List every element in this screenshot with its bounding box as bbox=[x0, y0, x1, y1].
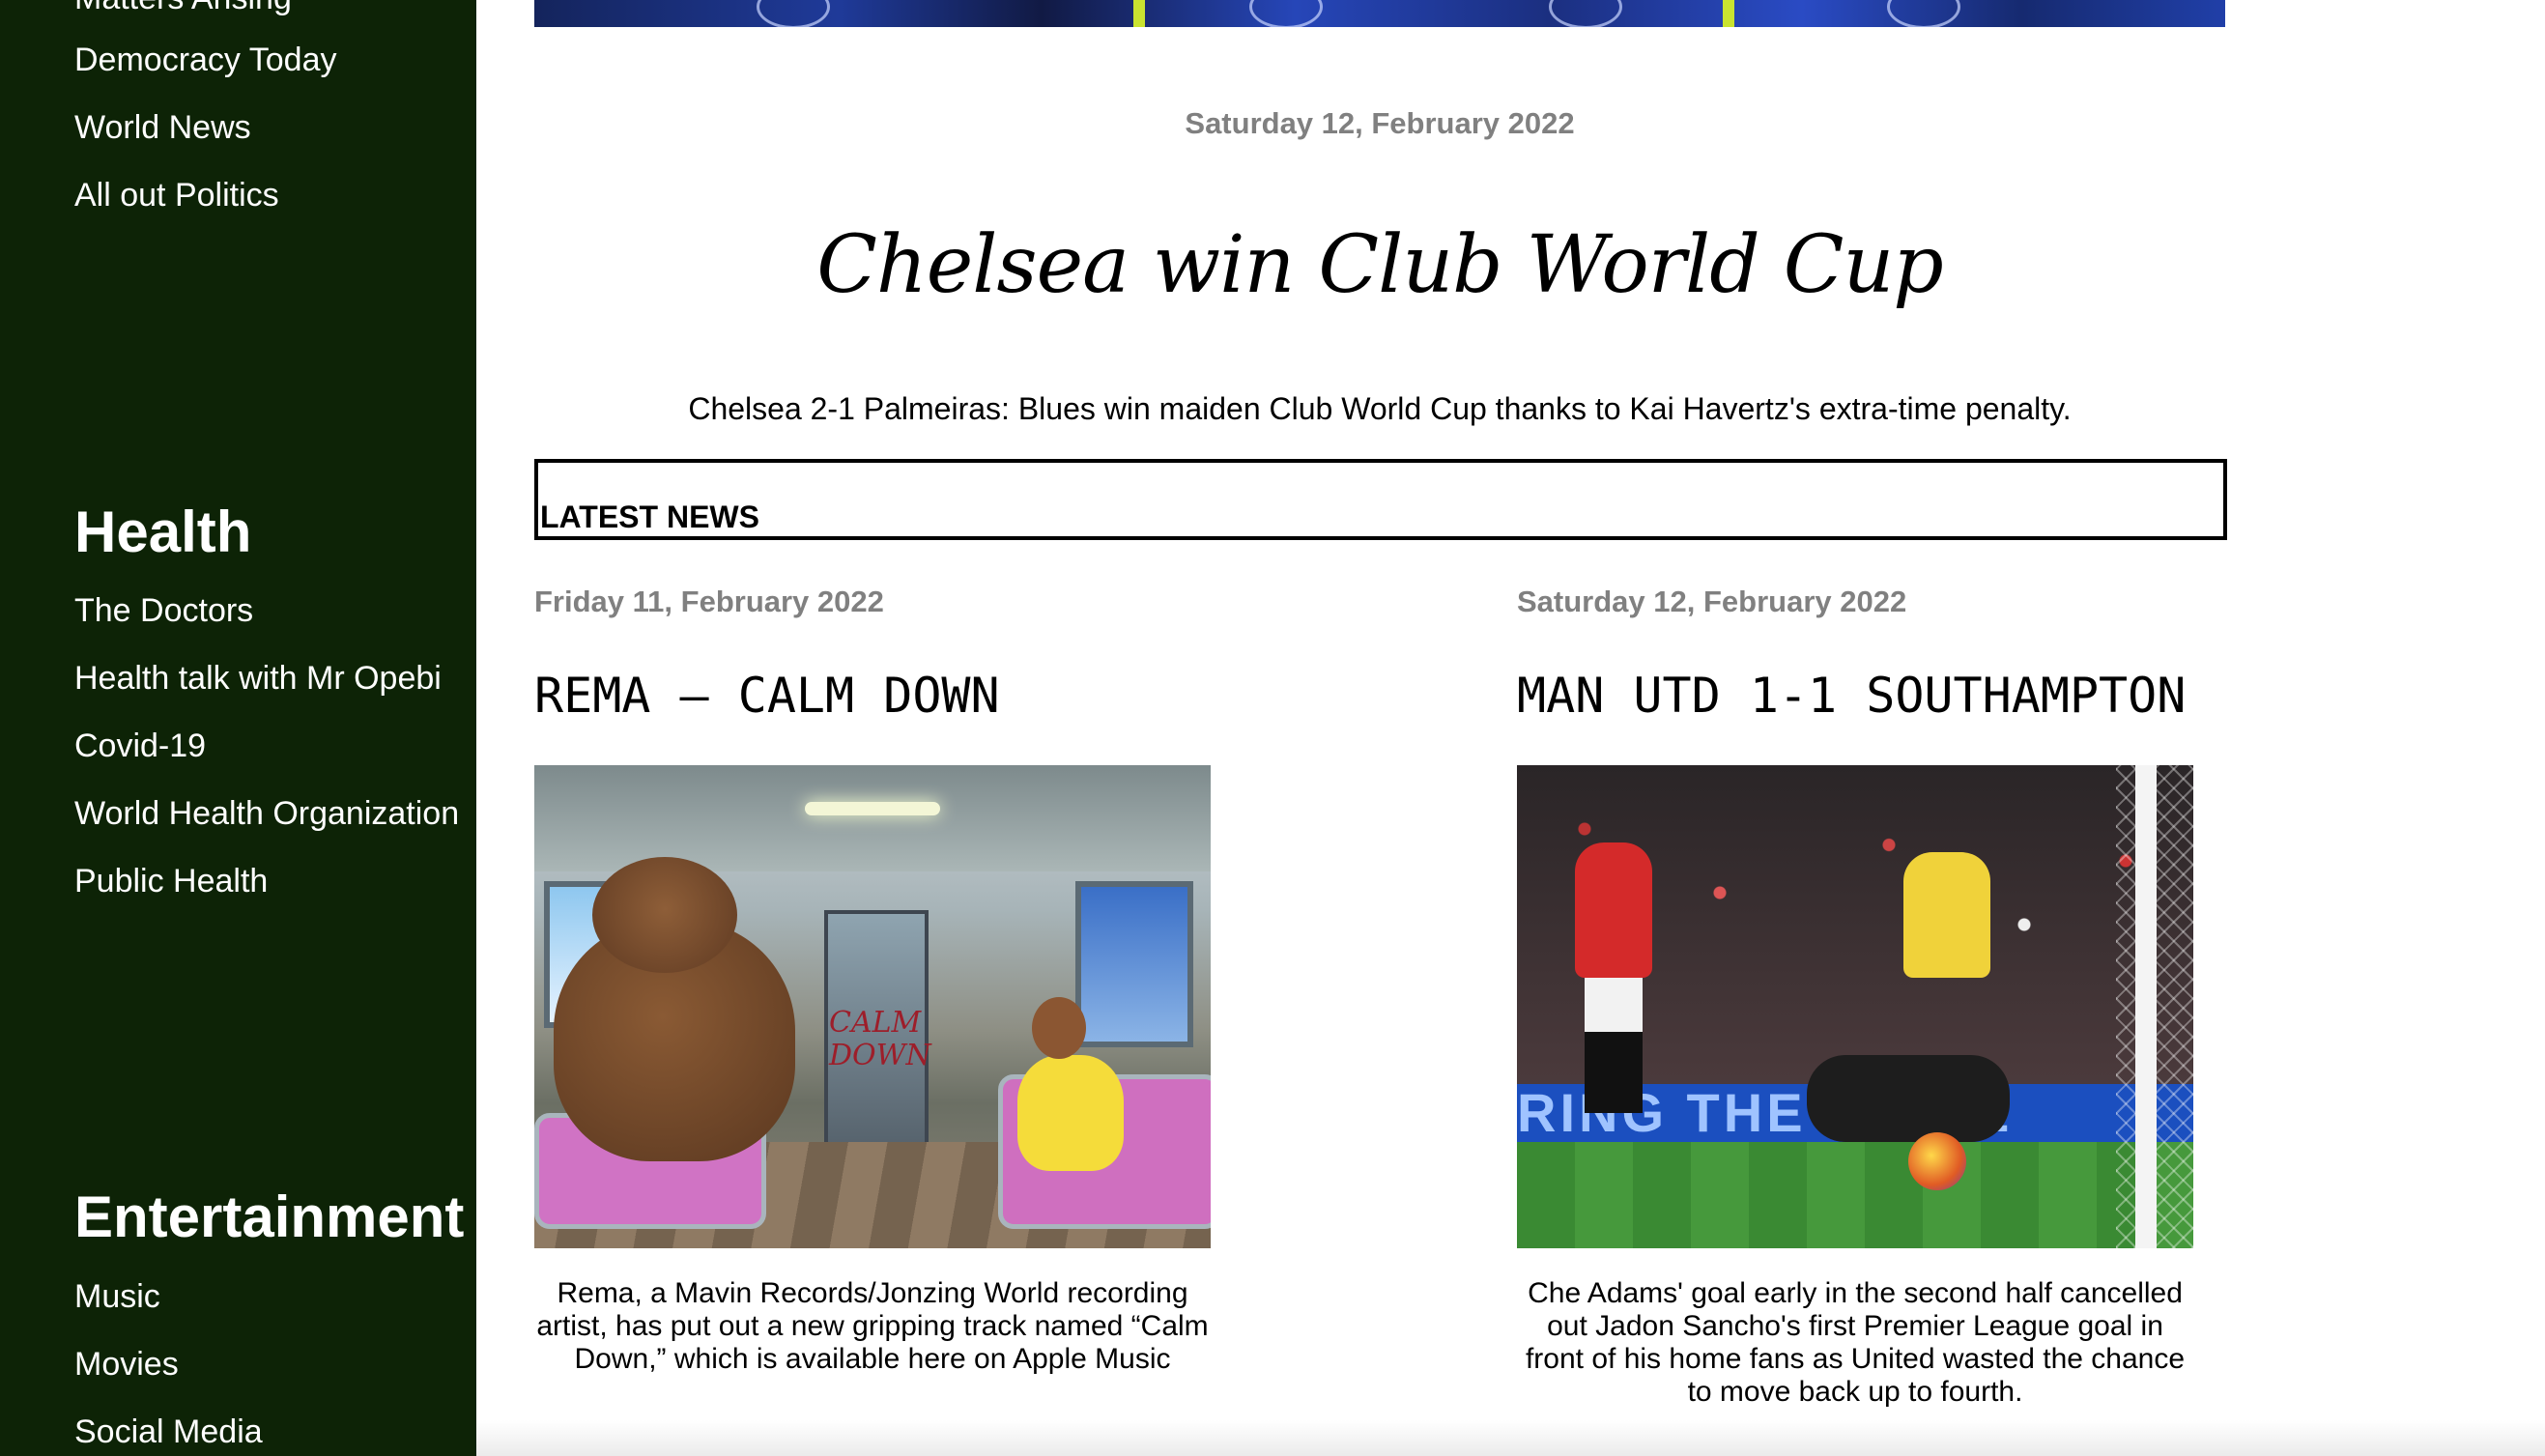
sidebar-link-the-doctors[interactable]: The Doctors bbox=[74, 591, 253, 630]
player-red-kit-legs bbox=[1585, 978, 1643, 1113]
sidebar-link-movies[interactable]: Movies bbox=[74, 1345, 179, 1384]
sidebar-heading-entertainment: Entertainment bbox=[74, 1185, 465, 1249]
article-image-match-photo[interactable]: RING THE NOISE bbox=[1517, 765, 2193, 1248]
sidebar-link-democracy-today[interactable]: Democracy Today bbox=[74, 41, 337, 79]
article-title[interactable]: REMA – CALM DOWN bbox=[534, 667, 1249, 725]
article-date: Saturday 12, February 2022 bbox=[1517, 585, 1907, 618]
jersey-stripe-decoration bbox=[1133, 0, 1145, 27]
sidebar-link-matters-arising[interactable]: Matters Arising bbox=[74, 0, 292, 17]
scroll-fade bbox=[476, 1420, 2545, 1456]
news-card-rema: Friday 11, February 2022 REMA – CALM DOW… bbox=[534, 580, 1249, 1376]
jersey-crest-decoration bbox=[757, 0, 830, 27]
sidebar-link-music[interactable]: Music bbox=[74, 1277, 160, 1316]
feature-headline[interactable]: Chelsea win Club World Cup bbox=[534, 213, 2225, 319]
feature-date: Saturday 12, February 2022 bbox=[1185, 106, 1575, 140]
sidebar-link-world-news[interactable]: World News bbox=[74, 108, 251, 147]
girl-head bbox=[1032, 997, 1086, 1059]
news-card-man-utd: Saturday 12, February 2022 MAN UTD 1-1 S… bbox=[1517, 580, 2232, 1409]
player-red-kit bbox=[1575, 842, 1652, 978]
girl-figure bbox=[1017, 1055, 1124, 1171]
train-window bbox=[1075, 881, 1193, 1047]
sidebar-link-health-talk[interactable]: Health talk with Mr Opebi bbox=[74, 659, 442, 698]
feature-summary: Chelsea 2-1 Palmeiras: Blues win maiden … bbox=[688, 391, 2072, 426]
bear-head bbox=[592, 857, 737, 973]
jersey-crest-decoration bbox=[1887, 0, 1960, 27]
article-title[interactable]: MAN UTD 1-1 SOUTHAMPTON bbox=[1517, 667, 2232, 725]
article-caption: Rema, a Mavin Records/Jonzing World reco… bbox=[536, 1277, 1209, 1375]
hero-image bbox=[534, 0, 2225, 27]
football bbox=[1908, 1132, 1966, 1190]
sidebar-link-public-health[interactable]: Public Health bbox=[74, 862, 268, 900]
player-yellow-kit bbox=[1903, 852, 1990, 978]
sidebar-heading-health: Health bbox=[74, 500, 252, 564]
jersey-crest-decoration bbox=[1249, 0, 1323, 27]
sidebar-link-social-media[interactable]: Social Media bbox=[74, 1413, 263, 1451]
goalkeeper bbox=[1807, 1055, 2010, 1142]
goal-post bbox=[2135, 765, 2157, 1248]
sidebar-link-covid-19[interactable]: Covid-19 bbox=[74, 727, 206, 765]
ceiling-light bbox=[805, 802, 940, 815]
graffiti-text: CALM DOWN bbox=[829, 1006, 931, 1072]
sidebar-link-all-out-politics[interactable]: All out Politics bbox=[74, 176, 279, 214]
article-caption: Che Adams' goal early in the second half… bbox=[1525, 1277, 2186, 1408]
jersey-stripe-decoration bbox=[1723, 0, 1734, 27]
train-ceiling bbox=[534, 765, 1211, 871]
sidebar: Matters Arising Democracy Today World Ne… bbox=[0, 0, 476, 1456]
article-image-calm-down-cover[interactable]: CALM DOWN bbox=[534, 765, 1211, 1248]
sidebar-link-who[interactable]: World Health Organization bbox=[74, 794, 459, 833]
article-date: Friday 11, February 2022 bbox=[534, 585, 884, 618]
pitch bbox=[1517, 1142, 2193, 1248]
jersey-crest-decoration bbox=[1549, 0, 1622, 27]
latest-news-header: LATEST NEWS bbox=[534, 459, 2227, 540]
page: Matters Arising Democracy Today World Ne… bbox=[0, 0, 2545, 1456]
latest-news-label: LATEST NEWS bbox=[540, 500, 759, 534]
